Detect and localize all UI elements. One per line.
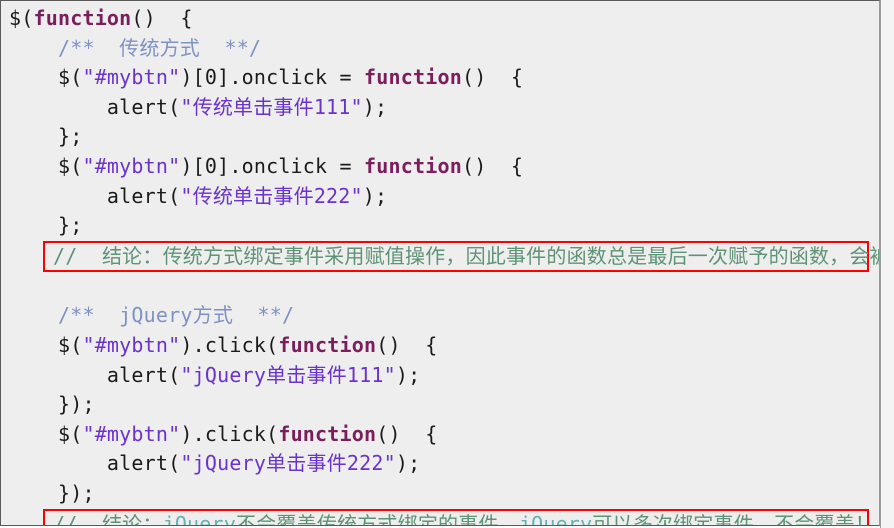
code-line[interactable]: }); <box>1 390 879 420</box>
code-token-plain: $( <box>9 65 83 90</box>
code-token-plain: ).click( <box>180 332 279 357</box>
code-line[interactable]: alert("传统单击事件111"); <box>1 93 879 123</box>
code-token-cmt: 不会覆盖传统方式绑定的事件， <box>236 511 519 526</box>
code-token-plain: }); <box>9 392 95 417</box>
code-token-plain: $( <box>9 332 83 357</box>
code-token-cmt: 可以多次绑定事件，不会覆盖！ <box>592 511 876 526</box>
code-token-plain: () { <box>376 421 438 446</box>
code-line-blank[interactable] <box>1 272 879 302</box>
code-token-str: "#mybtn" <box>82 153 181 178</box>
code-token-plain: alert( <box>9 183 181 208</box>
code-line[interactable]: alert("传统单击事件222"); <box>1 182 879 212</box>
code-token-plain: ); <box>362 183 388 208</box>
code-token-kw: function <box>278 421 377 446</box>
code-line[interactable]: $("#mybtn").click(function() { <box>1 331 879 361</box>
code-token-plain: ); <box>395 451 421 476</box>
code-token-plain: $( <box>9 153 83 178</box>
code-line[interactable]: $("#mybtn")[0].onclick = function() { <box>1 152 879 182</box>
code-line[interactable]: alert("jQuery单击事件111"); <box>1 361 879 391</box>
code-token-plain: ); <box>362 94 388 119</box>
code-line[interactable]: }); <box>1 479 879 509</box>
code-line[interactable]: /** 传统方式 **/ <box>1 34 879 64</box>
code-line[interactable]: $(function() { <box>1 4 879 34</box>
code-token-cmt-hl: jQuery <box>162 511 237 526</box>
code-token-plain: $( <box>9 6 34 30</box>
code-token-plain: () { <box>131 6 193 30</box>
code-token-plain: alert( <box>9 451 181 476</box>
code-line[interactable]: alert("jQuery单击事件222"); <box>1 449 879 479</box>
code-token-plain: )[0].onclick = <box>180 153 365 178</box>
code-token-plain: )[0].onclick = <box>180 65 365 90</box>
code-token-kw: function <box>33 6 132 30</box>
code-token-cmt: // 结论：传统方式绑定事件采用赋值操作，因此事件的函数总是最后一次赋予的函数，… <box>53 243 880 268</box>
code-token-plain: () { <box>376 332 438 357</box>
code-token-cmt-hl: jQuery <box>518 511 593 526</box>
code-token-plain: ).click( <box>180 421 279 446</box>
code-editor-panel[interactable]: $(function() { /** 传统方式 **/ $("#mybtn")[… <box>0 0 880 526</box>
editor-right-gutter[interactable] <box>880 0 894 528</box>
code-token-plain: }; <box>9 124 83 149</box>
code-line-highlighted[interactable]: // 结论：传统方式绑定事件采用赋值操作，因此事件的函数总是最后一次赋予的函数，… <box>43 240 879 272</box>
code-token-plain: }; <box>9 213 83 238</box>
code-token-plain: alert( <box>9 362 181 387</box>
code-token-plain: alert( <box>9 94 181 119</box>
code-line[interactable]: /** jQuery方式 **/ <box>1 301 879 331</box>
code-line[interactable]: $("#mybtn").click(function() { <box>1 420 879 450</box>
code-token-kw: function <box>364 65 462 90</box>
code-listing[interactable]: $(function() { /** 传统方式 **/ $("#mybtn")[… <box>1 1 879 526</box>
code-line[interactable]: }; <box>1 122 879 152</box>
code-token-blkcmt: /** 传统方式 **/ <box>9 35 262 60</box>
code-token-str: "#mybtn" <box>82 332 181 357</box>
code-token-plain: $( <box>9 421 83 446</box>
code-token-plain: () { <box>461 153 524 178</box>
code-token-str: "jQuery单击事件222" <box>180 451 396 476</box>
code-token-plain: () { <box>461 65 524 90</box>
code-token-str: "传统单击事件222" <box>180 183 363 208</box>
code-line[interactable]: }; <box>1 211 879 241</box>
code-token-kw: function <box>278 332 377 357</box>
code-token-str: "传统单击事件111" <box>180 94 363 119</box>
screenshot-root: $(function() { /** 传统方式 **/ $("#mybtn")[… <box>0 0 894 528</box>
code-token-cmt: // 结论： <box>53 511 163 526</box>
code-line[interactable]: $("#mybtn")[0].onclick = function() { <box>1 63 879 93</box>
code-token-blkcmt: /** jQuery方式 **/ <box>9 303 295 328</box>
code-token-plain: ); <box>395 362 421 387</box>
code-token-str: "jQuery单击事件111" <box>180 362 396 387</box>
code-line-highlighted[interactable]: // 结论：jQuery不会覆盖传统方式绑定的事件，jQuery可以多次绑定事件… <box>43 508 875 526</box>
code-token-str: "#mybtn" <box>82 65 181 90</box>
code-token-kw: function <box>364 153 462 178</box>
code-token-str: "#mybtn" <box>82 421 181 446</box>
code-token-plain: }); <box>9 480 95 505</box>
